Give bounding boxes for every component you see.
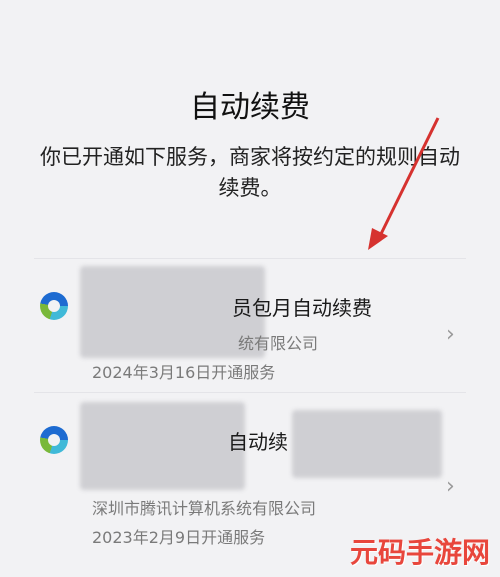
tencent-app-icon	[40, 426, 68, 454]
subscription-item[interactable]: 员包月自动续费 统有限公司 2024年3月16日开通服务 ›	[0, 262, 500, 382]
subscription-date: 2024年3月16日开通服务	[92, 363, 276, 382]
chevron-right-icon: ›	[446, 474, 455, 499]
chevron-right-icon: ›	[446, 322, 455, 347]
subscription-company: 统有限公司	[238, 334, 319, 353]
redaction-blur	[80, 402, 245, 490]
subscription-title: 自动续	[228, 430, 288, 454]
redaction-blur	[292, 410, 442, 478]
subscription-company: 深圳市腾讯计算机系统有限公司	[92, 499, 317, 518]
subscription-item[interactable]: 自动续 深圳市腾讯计算机系统有限公司 2023年2月9日开通服务 ›	[0, 400, 500, 547]
tencent-app-icon	[40, 292, 68, 320]
subscription-title: 员包月自动续费	[232, 296, 372, 320]
divider	[34, 392, 466, 393]
divider	[34, 258, 466, 259]
watermark-logo: 元码手游网	[349, 536, 490, 569]
subscription-date: 2023年2月9日开通服务	[92, 528, 266, 547]
